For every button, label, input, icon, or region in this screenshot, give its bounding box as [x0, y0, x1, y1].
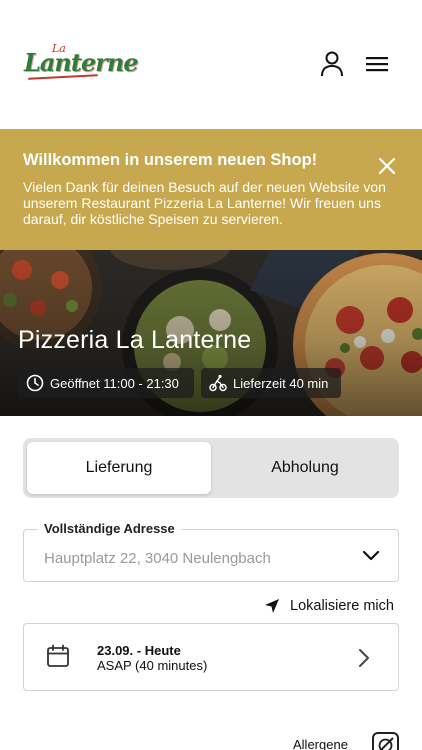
- logo-text: Lanterne: [24, 48, 139, 77]
- pickup-option[interactable]: Abholung: [213, 442, 397, 494]
- allergen-icon: [378, 737, 394, 750]
- delivery-bike-icon: [209, 374, 227, 392]
- header: La Lanterne: [0, 0, 422, 129]
- banner-close-button[interactable]: [378, 157, 396, 175]
- order-mode-toggle: Lieferung Abholung: [23, 438, 399, 498]
- chevron-right-icon: [359, 649, 369, 667]
- allergens-label: Allergene: [293, 737, 348, 750]
- address-label: Vollständige Adresse: [38, 521, 181, 536]
- location-arrow-icon: [265, 599, 279, 613]
- user-icon: [321, 51, 343, 77]
- locate-me-label: Lokalisiere mich: [290, 598, 394, 614]
- restaurant-title: Pizzeria La Lanterne: [18, 326, 252, 354]
- delivery-time-text: Lieferzeit 40 min: [233, 375, 329, 391]
- banner-text: Vielen Dank für deinen Besuch auf der ne…: [23, 179, 386, 227]
- address-select[interactable]: Vollständige Adresse Hauptplatz 22, 3040…: [23, 521, 399, 582]
- close-icon: [378, 157, 396, 175]
- hamburger-menu-icon: [366, 57, 388, 72]
- delivery-time-chip: Lieferzeit 40 min: [201, 368, 341, 398]
- delivery-option[interactable]: Lieferung: [27, 442, 211, 494]
- clock-icon: [26, 374, 44, 392]
- locate-me-button[interactable]: Lokalisiere mich: [264, 598, 394, 614]
- welcome-banner: Willkommen in unserem neuen Shop! Vielen…: [0, 129, 422, 250]
- menu-button[interactable]: [363, 50, 391, 78]
- allergen-filter-button[interactable]: [372, 732, 399, 750]
- chevron-down-icon: [362, 550, 380, 561]
- banner-title: Willkommen in unserem neuen Shop!: [23, 151, 318, 169]
- opening-hours-chip: Geöffnet 11:00 - 21:30: [18, 368, 194, 398]
- schedule-selector[interactable]: 23.09. - Heute ASAP (40 minutes): [23, 623, 399, 691]
- logo[interactable]: La Lanterne: [22, 42, 139, 86]
- opening-hours-text: Geöffnet 11:00 - 21:30: [50, 375, 179, 391]
- schedule-time: ASAP (40 minutes): [97, 658, 208, 673]
- address-placeholder: Hauptplatz 22, 3040 Neulengbach: [44, 550, 271, 567]
- account-button[interactable]: [318, 50, 346, 78]
- calendar-icon: [47, 644, 69, 667]
- schedule-date: 23.09. - Heute: [97, 643, 181, 658]
